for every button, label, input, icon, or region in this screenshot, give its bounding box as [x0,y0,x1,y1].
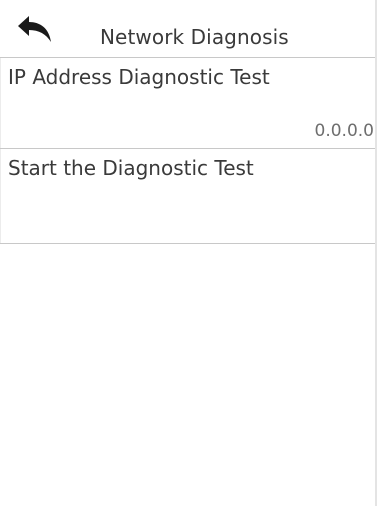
page-title: Network Diagnosis [100,25,289,49]
empty-content-area [0,244,377,506]
menu-item-ip-address-diagnostic-test[interactable]: IP Address Diagnostic Test 0.0.0.0 [0,57,377,149]
menu-item-start-diagnostic-test[interactable]: Start the Diagnostic Test [0,148,377,244]
menu-item-label: IP Address Diagnostic Test [8,65,270,89]
menu-item-label: Start the Diagnostic Test [8,156,254,180]
back-arrow-icon [18,16,51,42]
ip-address-value: 0.0.0.0 [314,121,374,141]
network-diagnosis-screen: Network Diagnosis IP Address Diagnostic … [0,0,377,506]
title-bar: Network Diagnosis [0,0,377,57]
back-button[interactable] [16,16,60,46]
